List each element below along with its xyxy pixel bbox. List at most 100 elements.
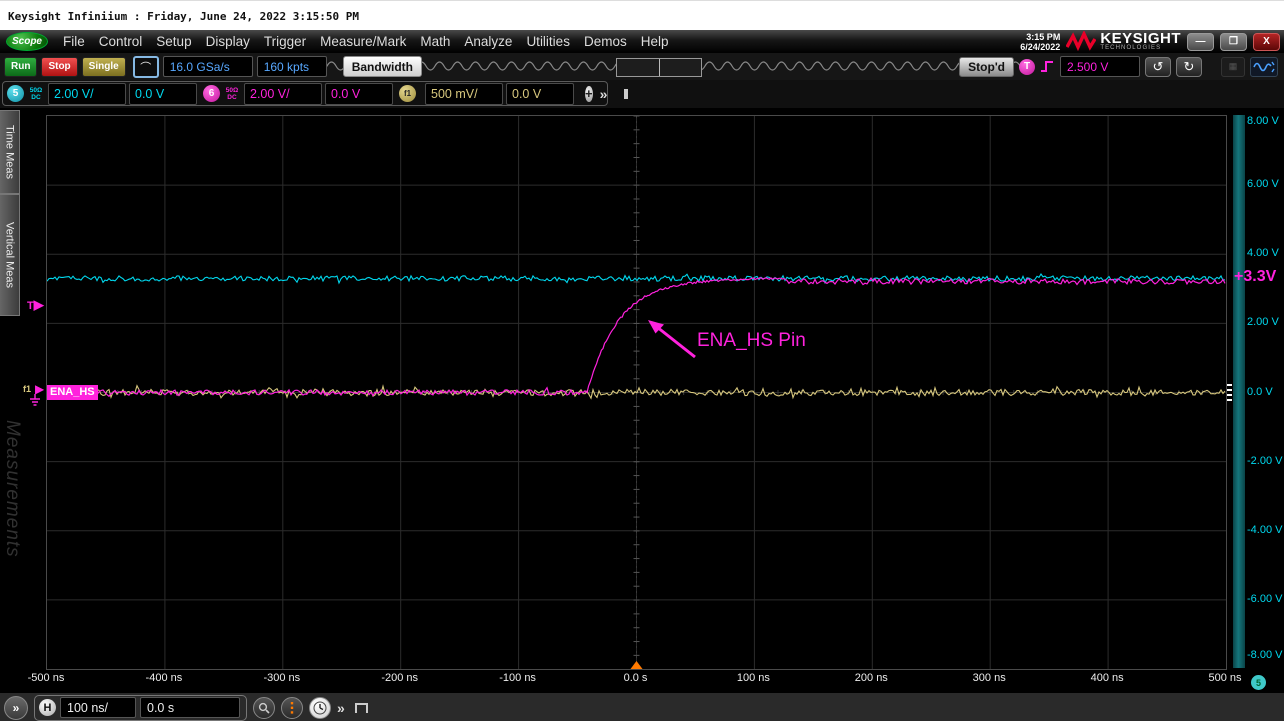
voltage-tick-label: 6.00 V [1247, 178, 1284, 190]
clock-icon[interactable] [309, 697, 331, 719]
voltage-tick-label: -6.00 V [1247, 593, 1284, 605]
time-tick-label: 500 ns [1208, 672, 1241, 684]
timebase-pin-icon[interactable] [355, 703, 368, 713]
time-tick-label: -400 ns [146, 672, 183, 684]
close-button[interactable]: X [1253, 33, 1280, 51]
time-tick-label: 400 ns [1091, 672, 1124, 684]
add-waveform-button[interactable]: + [585, 86, 593, 102]
timebase-position-field[interactable]: 0.0 s [140, 697, 240, 718]
time-tick-label: -300 ns [263, 672, 300, 684]
voltage-tick-label: -2.00 V [1247, 455, 1284, 467]
screen-capture-icon[interactable]: ⌒ [133, 56, 159, 78]
function-1-badge[interactable]: f1 [399, 85, 416, 102]
channel-6-offset-field[interactable]: 0.0 V [325, 83, 393, 105]
function-1-offset-field[interactable]: 0.0 V [506, 83, 574, 105]
channel-5-scale-field[interactable]: 2.00 V/ [48, 83, 126, 105]
trigger-level-field[interactable]: 2.500 V [1060, 56, 1140, 77]
menu-item-measure-mark[interactable]: Measure/Mark [313, 34, 413, 49]
menu-item-trigger[interactable]: Trigger [257, 34, 313, 49]
voltage-tick-label: 0.0 V [1247, 386, 1284, 398]
window-titlebar: Keysight Infiniium : Friday, June 24, 20… [0, 0, 1284, 31]
channel-6-badge[interactable]: 6 [203, 85, 220, 102]
rail-voltage-marker: +3.3V [1234, 268, 1276, 286]
channel-5-badge[interactable]: 5 [7, 85, 24, 102]
undo-button[interactable]: ↺ [1145, 57, 1171, 77]
menu-item-control[interactable]: Control [92, 34, 150, 49]
clock-date: 6/24/2022 [1020, 42, 1060, 52]
menu-items: FileControlSetupDisplayTriggerMeasure/Ma… [56, 34, 675, 49]
expand-timebase-button[interactable]: » [337, 700, 345, 716]
sample-rate-readout: 16.0 GSa/s [163, 56, 253, 77]
grid-display-icon[interactable]: ▦ [1221, 57, 1245, 77]
pin-icon[interactable] [624, 89, 628, 99]
voltage-tick-label: -8.00 V [1247, 649, 1284, 661]
graticule[interactable] [46, 115, 1227, 670]
minimize-button[interactable]: — [1187, 33, 1214, 51]
acquisition-status-button[interactable]: Stop'd [959, 57, 1014, 77]
voltage-tick-label: 4.00 V [1247, 247, 1284, 259]
time-tick-label: 0.0 s [624, 672, 648, 684]
menu-item-display[interactable]: Display [199, 34, 257, 49]
channel-6-level-marker[interactable]: ▶ [35, 382, 44, 396]
menu-item-demos[interactable]: Demos [577, 34, 634, 49]
timebase-window-indicator[interactable] [616, 58, 702, 77]
expand-left-button[interactable]: » [4, 696, 28, 720]
time-tick-label: -100 ns [499, 672, 536, 684]
menu-item-utilities[interactable]: Utilities [519, 34, 577, 49]
time-tick-label: 200 ns [855, 672, 888, 684]
trace-name-label[interactable]: ENA_HS [47, 385, 98, 400]
menu-item-help[interactable]: Help [634, 34, 676, 49]
annotation-arrow-icon [640, 313, 710, 363]
waveform-scaling-icon[interactable] [1250, 57, 1278, 77]
stop-button[interactable]: Stop [41, 57, 77, 77]
channel-5-offset-field[interactable]: 0.0 V [129, 83, 197, 105]
menu-item-analyze[interactable]: Analyze [457, 34, 519, 49]
menu-bar: Scope FileControlSetupDisplayTriggerMeas… [0, 30, 1284, 53]
time-tick-label: -200 ns [381, 672, 418, 684]
menu-item-math[interactable]: Math [413, 34, 457, 49]
horizontal-badge[interactable]: H [39, 699, 56, 716]
timebase-scale-field[interactable]: 100 ns/ [60, 697, 136, 718]
waveform-canvas [47, 116, 1226, 669]
voltage-tick-label: 8.00 V [1247, 115, 1284, 127]
channel-5-coupling[interactable]: 50ΩDC [27, 87, 45, 101]
keysight-squiggle-icon [1066, 31, 1096, 53]
tab-time-meas[interactable]: Time Meas [0, 110, 20, 194]
memory-depth-readout: 160 kpts [257, 56, 327, 77]
channel-6-scale-field[interactable]: 2.00 V/ [244, 83, 322, 105]
bandwidth-button[interactable]: Bandwidth [343, 56, 422, 77]
voltage-tick-label: -4.00 V [1247, 524, 1284, 536]
menu-right-cluster: 3:15 PM 6/24/2022 KEYSIGHT TECHNOLOGIES … [1020, 31, 1284, 53]
vertical-scale-bar[interactable] [1233, 115, 1245, 668]
expand-channels-button[interactable]: » [600, 86, 608, 102]
trigger-edge-icon [1040, 59, 1055, 74]
run-button[interactable]: Run [4, 57, 37, 77]
time-tick-label: 100 ns [737, 672, 770, 684]
trigger-level-marker[interactable]: T▶ [27, 297, 44, 313]
single-button[interactable]: Single [82, 57, 126, 77]
redo-button[interactable]: ↻ [1176, 57, 1202, 77]
trigger-position-icon[interactable] [281, 697, 303, 719]
time-tick-label: 300 ns [973, 672, 1006, 684]
tab-vertical-meas[interactable]: Vertical Meas [0, 194, 20, 316]
oscilloscope-screen: Keysight Infiniium : Friday, June 24, 20… [0, 0, 1284, 721]
channel-controls-group: 5 50ΩDC 2.00 V/ 0.0 V 6 50ΩDC 2.00 V/ 0.… [2, 81, 608, 106]
scope-menu-button[interactable]: Scope [6, 32, 48, 51]
channel-bar: 5 50ΩDC 2.00 V/ 0.0 V 6 50ΩDC 2.00 V/ 0.… [0, 80, 1284, 108]
clock-time: 3:15 PM [1020, 32, 1060, 42]
ground-reference-marker [1227, 384, 1232, 402]
zoom-mode-icon[interactable] [253, 697, 275, 719]
acquisition-toolbar: Run Stop Single ⌒ 16.0 GSa/s 160 kpts Ba… [0, 53, 1284, 80]
function-1-scale-field[interactable]: 500 mV/ [425, 83, 503, 105]
channel-5-axis-badge[interactable]: 5 [1251, 675, 1266, 690]
trigger-badge[interactable]: T [1019, 59, 1035, 75]
menu-item-setup[interactable]: Setup [149, 34, 198, 49]
brand-name: KEYSIGHT [1100, 33, 1181, 45]
menu-item-file[interactable]: File [56, 34, 92, 49]
channel-6-coupling[interactable]: 50ΩDC [223, 87, 241, 101]
window-title: Keysight Infiniium : Friday, June 24, 20… [8, 10, 359, 23]
annotation-text[interactable]: ENA_HS Pin [697, 330, 806, 352]
restore-button[interactable]: ❐ [1220, 33, 1247, 51]
timebase-bar: » H 100 ns/ 0.0 s » [0, 692, 1284, 721]
f1-ground-marker[interactable]: f1 [23, 384, 31, 394]
